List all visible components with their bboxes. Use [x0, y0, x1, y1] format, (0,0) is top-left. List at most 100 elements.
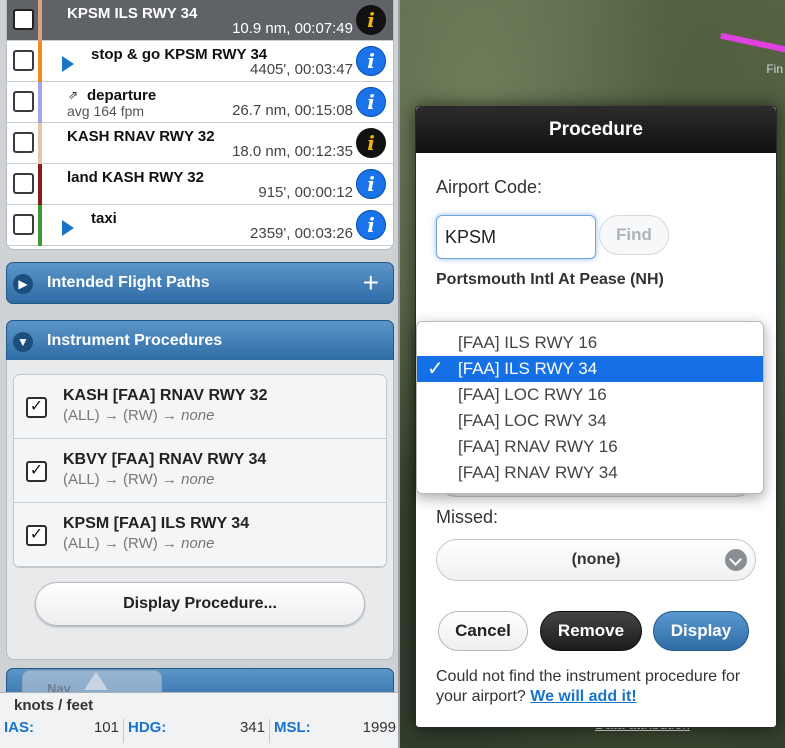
dropdown-option-label: [FAA] RNAV RWY 34 — [458, 463, 618, 482]
msl-label: MSL: — [274, 719, 311, 736]
info-icon[interactable]: i — [356, 87, 386, 117]
info-icon[interactable]: i — [356, 46, 386, 76]
add-procedure-link[interactable]: We will add it! — [530, 688, 636, 705]
intended-flight-paths-header[interactable]: ▶ Intended Flight Paths + — [6, 262, 394, 304]
map-label: Fin — [766, 62, 783, 76]
leg-color-bar — [38, 164, 42, 205]
missed-select-value: (none) — [571, 551, 621, 568]
approach-dropdown-menu: [FAA] ILS RWY 16 ✓ [FAA] ILS RWY 34 [FAA] L… — [416, 321, 764, 494]
procedure-list: ✓ KASH [FAA] RNAV RWY 32 (ALL) → (RW) → no… — [13, 374, 387, 568]
find-button[interactable]: Find — [599, 215, 669, 255]
hdg-value: 341 — [239, 719, 265, 736]
missed-select[interactable]: (none) — [436, 539, 756, 581]
info-icon[interactable]: i — [356, 169, 386, 199]
procedure-route: (ALL) → (RW) → none — [63, 471, 214, 488]
procedure-title: KASH [FAA] RNAV RWY 32 — [63, 387, 268, 404]
dropdown-option[interactable]: ✓ [FAA] ILS RWY 34 — [417, 356, 763, 382]
procedure-checkbox[interactable]: ✓ — [26, 397, 47, 418]
checkmark-icon: ✓ — [427, 358, 444, 380]
flight-leg-row[interactable]: land KASH RWY 32 915', 00:00:12 i — [7, 164, 393, 205]
units-label: knots / feet — [14, 697, 94, 714]
procedure-route-text: (ALL) → (RW) → — [63, 535, 182, 552]
dropdown-option[interactable]: [FAA] ILS RWY 16 — [417, 330, 763, 356]
procedure-route-text: (ALL) → (RW) → — [63, 471, 182, 488]
help-note: Could not find the instrument procedure … — [436, 667, 766, 707]
leg-color-bar — [38, 0, 42, 41]
chevron-down-icon: ▼ — [13, 332, 33, 352]
info-icon[interactable]: i — [356, 5, 386, 35]
flight-leg-row[interactable]: taxi 2359', 00:03:26 i — [7, 205, 393, 246]
leg-checkbox[interactable] — [13, 91, 34, 112]
leg-title: KPSM ILS RWY 34 — [67, 5, 198, 22]
leg-color-bar — [38, 123, 42, 164]
add-icon[interactable]: + — [363, 267, 379, 299]
info-icon[interactable]: i — [356, 210, 386, 240]
leg-title: taxi — [91, 210, 117, 227]
info-icon[interactable]: i — [356, 128, 386, 158]
dropdown-option-label: [FAA] RNAV RWY 16 — [458, 437, 618, 456]
dropdown-option[interactable]: [FAA] LOC RWY 16 — [417, 382, 763, 408]
dropdown-option[interactable]: [FAA] LOC RWY 34 — [417, 408, 763, 434]
remove-button[interactable]: Remove — [540, 611, 642, 651]
ias-label: IAS: — [4, 719, 34, 736]
leg-checkbox[interactable] — [13, 214, 34, 235]
flight-leg-row[interactable]: departure ⇗ avg 164 fpm 26.7 nm, 00:15:08 i — [7, 82, 393, 123]
airport-code-label: Airport Code: — [436, 177, 543, 197]
leg-detail: 4405', 00:03:47 — [250, 61, 353, 78]
dropdown-option[interactable]: [FAA] RNAV RWY 16 — [417, 434, 763, 460]
leg-color-bar — [38, 82, 42, 123]
procedure-row[interactable]: ✓ KPSM [FAA] ILS RWY 34 (ALL) → (RW) → non… — [14, 503, 386, 567]
dropdown-option-label: [FAA] ILS RWY 16 — [458, 333, 598, 352]
airport-code-input[interactable] — [436, 215, 596, 259]
leg-color-bar — [38, 41, 42, 82]
msl-readout: MSL: 1999 — [270, 719, 400, 743]
intended-flight-paths-label: Intended Flight Paths — [47, 274, 210, 291]
status-bar: knots / feet IAS: 101 HDG: 341 MSL: 1999 — [0, 692, 400, 748]
instrument-procedures-header[interactable]: ▼ Instrument Procedures — [6, 320, 394, 362]
departure-arrow-icon: ⇗ — [68, 88, 79, 102]
procedure-checkbox[interactable]: ✓ — [26, 461, 47, 482]
leg-checkbox[interactable] — [13, 173, 34, 194]
procedure-route-text: (ALL) → (RW) → — [63, 407, 182, 424]
leg-checkbox[interactable] — [13, 132, 34, 153]
msl-value: 1999 — [362, 719, 396, 736]
leg-title: departure — [87, 87, 157, 104]
leg-title: KASH RNAV RWY 32 — [67, 128, 215, 145]
left-panel: KPSM ILS RWY 34 10.9 nm, 00:07:49 i stop & … — [0, 0, 400, 748]
procedure-title: KBVY [FAA] RNAV RWY 34 — [63, 451, 267, 468]
dialog-title: Procedure — [416, 107, 776, 153]
display-button[interactable]: Display — [653, 611, 749, 651]
dropdown-option-label: [FAA] ILS RWY 34 — [458, 359, 598, 378]
leg-color-bar — [38, 205, 42, 246]
cancel-button[interactable]: Cancel — [438, 611, 528, 651]
leg-checkbox[interactable] — [13, 9, 34, 30]
drag-handle-icon[interactable] — [84, 672, 108, 690]
status-values: IAS: 101 HDG: 341 MSL: 1999 — [0, 719, 400, 743]
missed-label: Missed: — [436, 507, 499, 527]
leg-detail: 2359', 00:03:26 — [250, 225, 353, 242]
procedure-row[interactable]: ✓ KASH [FAA] RNAV RWY 32 (ALL) → (RW) → no… — [14, 375, 386, 439]
procedure-row[interactable]: ✓ KBVY [FAA] RNAV RWY 34 (ALL) → (RW) → no… — [14, 439, 386, 503]
procedure-checkbox[interactable]: ✓ — [26, 525, 47, 546]
instrument-procedures-label: Instrument Procedures — [47, 332, 223, 349]
flight-route-line — [720, 32, 785, 54]
ias-readout: IAS: 101 — [0, 719, 124, 743]
leg-detail: 18.0 nm, 00:12:35 — [232, 143, 353, 160]
procedure-title: KPSM [FAA] ILS RWY 34 — [63, 515, 250, 532]
chevron-down-icon — [725, 549, 747, 571]
ias-value: 101 — [93, 719, 119, 736]
dropdown-option[interactable]: [FAA] RNAV RWY 34 — [417, 460, 763, 486]
leg-title: land KASH RWY 32 — [67, 169, 204, 186]
leg-subtitle: avg 164 fpm — [67, 103, 145, 119]
instrument-procedures-panel: ✓ KASH [FAA] RNAV RWY 32 (ALL) → (RW) → no… — [6, 360, 394, 660]
dropdown-option-label: [FAA] LOC RWY 16 — [458, 385, 607, 404]
procedure-route: (ALL) → (RW) → none — [63, 407, 214, 424]
dropdown-option-label: [FAA] LOC RWY 34 — [458, 411, 607, 430]
flight-leg-row[interactable]: stop & go KPSM RWY 34 4405', 00:03:47 i — [7, 41, 393, 82]
flight-leg-row[interactable]: KASH RNAV RWY 32 18.0 nm, 00:12:35 i — [7, 123, 393, 164]
leg-title: stop & go KPSM RWY 34 — [91, 46, 268, 63]
leg-checkbox[interactable] — [13, 50, 34, 71]
flight-leg-row[interactable]: KPSM ILS RWY 34 10.9 nm, 00:07:49 i — [7, 0, 393, 41]
leg-detail: 915', 00:00:12 — [258, 184, 353, 201]
display-procedure-button[interactable]: Display Procedure... — [35, 582, 365, 626]
